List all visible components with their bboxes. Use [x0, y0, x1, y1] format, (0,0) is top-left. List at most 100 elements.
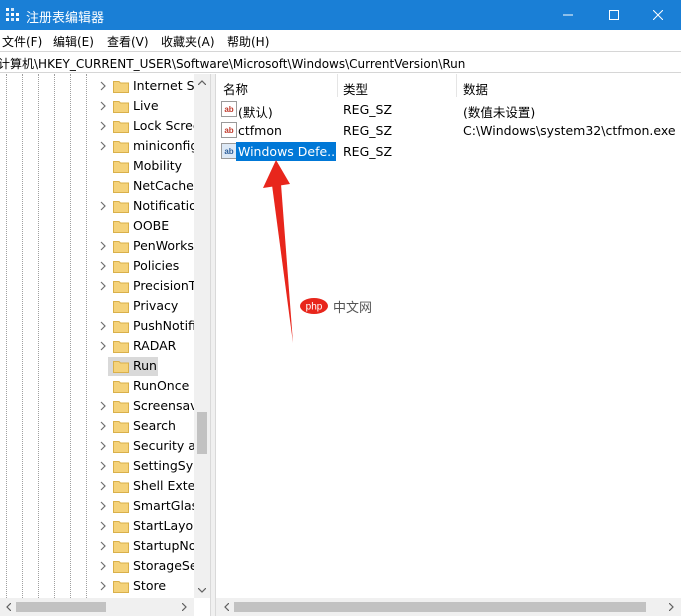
chevron-right-icon[interactable] [99, 321, 107, 331]
column-divider[interactable] [456, 74, 457, 97]
menu-help[interactable]: 帮助(H) [227, 33, 269, 50]
tree-item[interactable]: Store [0, 576, 194, 596]
folder-icon [113, 121, 129, 133]
tree-item[interactable]: RunOnce [0, 376, 194, 396]
chevron-right-icon[interactable] [99, 561, 107, 571]
chevron-right-icon[interactable] [99, 461, 107, 471]
tree-item[interactable]: Run [0, 356, 194, 376]
tree-item[interactable]: Live [0, 96, 194, 116]
tree-vertical-scrollbar[interactable] [194, 74, 210, 598]
watermark-text: 中文网 [333, 301, 373, 316]
tree-item-label: StartLayou [133, 518, 195, 533]
watermark: php 中文网 [299, 296, 372, 316]
chevron-right-icon[interactable] [99, 281, 107, 291]
tree-item[interactable]: Policies [0, 256, 194, 276]
value-type: REG_SZ [343, 123, 393, 138]
scrollbar-thumb[interactable] [234, 602, 646, 612]
tree-item[interactable]: Shell Exter [0, 476, 195, 496]
chevron-right-icon[interactable] [99, 121, 107, 131]
tree-item[interactable]: Lock Scree [0, 116, 195, 136]
folder-icon [113, 341, 129, 353]
value-name[interactable]: ctfmon [238, 123, 282, 138]
chevron-right-icon[interactable] [99, 401, 107, 411]
tree-item-label: miniconfig [133, 138, 195, 153]
tree-item[interactable]: Notificatio [0, 196, 195, 216]
folder-icon [113, 301, 129, 313]
tree-item[interactable]: SettingSyn [0, 456, 195, 476]
chevron-right-icon[interactable] [99, 241, 107, 251]
tree-item[interactable]: StorageSe [0, 556, 195, 576]
svg-text:ab: ab [224, 126, 233, 135]
chevron-right-icon[interactable] [99, 81, 107, 91]
maximize-button[interactable] [591, 0, 637, 30]
value-name[interactable]: (默认) [238, 102, 273, 121]
tree-horizontal-scrollbar[interactable] [0, 598, 194, 616]
chevron-right-icon[interactable] [99, 141, 107, 151]
tree-item[interactable]: miniconfig [0, 136, 195, 156]
value-name[interactable]: Windows Defe... [236, 142, 336, 161]
column-header-data[interactable]: 数据 [463, 79, 488, 98]
tree-item[interactable]: OOBE [0, 216, 194, 236]
tree-item[interactable]: SmartGlas [0, 496, 195, 516]
tree-item[interactable]: StartLayou [0, 516, 195, 536]
minimize-button[interactable] [545, 0, 591, 30]
tree-item[interactable]: PrecisionT [0, 276, 195, 296]
tree-item[interactable]: Mobility [0, 156, 194, 176]
scroll-left-button[interactable] [0, 599, 16, 615]
chevron-right-icon[interactable] [99, 581, 107, 591]
column-header-name[interactable]: 名称 [223, 79, 248, 98]
folder-icon [113, 141, 129, 153]
tree-item[interactable]: Security ar [0, 436, 195, 456]
menu-file[interactable]: 文件(F) [2, 33, 42, 50]
menu-edit[interactable]: 编辑(E) [53, 33, 94, 50]
key-tree: Internet Se Live Lock Scree miniconfig Mobil… [0, 74, 210, 598]
chevron-right-icon[interactable] [99, 261, 107, 271]
chevron-right-icon[interactable] [99, 421, 107, 431]
string-value-icon: ab [221, 101, 237, 117]
list-horizontal-scrollbar[interactable] [216, 598, 681, 616]
tree-item[interactable]: RADAR [0, 336, 194, 356]
value-row[interactable]: ab (默认) REG_SZ (数值未设置) [216, 99, 681, 120]
folder-icon [113, 581, 129, 593]
tree-item[interactable]: StartupNo [0, 536, 195, 556]
address-path[interactable]: 计算机\HKEY_CURRENT_USER\Software\Microsoft… [0, 55, 465, 72]
tree-item[interactable]: Internet Se [0, 76, 195, 96]
chevron-right-icon[interactable] [99, 201, 107, 211]
chevron-right-icon[interactable] [99, 521, 107, 531]
address-bar[interactable]: 计算机\HKEY_CURRENT_USER\Software\Microsoft… [0, 51, 681, 73]
scrollbar-thumb[interactable] [197, 412, 207, 454]
chevron-right-icon [181, 603, 187, 611]
tree-item[interactable]: PenWorks [0, 236, 194, 256]
scroll-up-button[interactable] [194, 74, 210, 90]
scroll-down-button[interactable] [194, 582, 210, 598]
chevron-right-icon[interactable] [99, 441, 107, 451]
value-data: C:\Windows\system32\ctfmon.exe [463, 123, 676, 138]
chevron-right-icon[interactable] [99, 501, 107, 511]
scroll-left-button[interactable] [218, 599, 234, 615]
chevron-right-icon[interactable] [99, 341, 107, 351]
value-row[interactable]: ab Windows Defe... REG_SZ [216, 141, 681, 162]
scroll-right-button[interactable] [663, 599, 679, 615]
tree-item[interactable]: Privacy [0, 296, 194, 316]
menu-view[interactable]: 查看(V) [107, 33, 149, 50]
value-type: REG_SZ [343, 144, 393, 159]
chevron-right-icon[interactable] [99, 481, 107, 491]
chevron-right-icon [668, 603, 674, 611]
tree-item-label: Store [133, 578, 167, 593]
chevron-right-icon[interactable] [99, 101, 107, 111]
close-button[interactable] [635, 0, 681, 30]
chevron-down-icon [198, 587, 206, 593]
chevron-left-icon [5, 603, 11, 611]
folder-icon [113, 101, 129, 113]
column-divider[interactable] [337, 74, 338, 97]
value-row[interactable]: ab ctfmon REG_SZ C:\Windows\system32\ctfmon… [216, 120, 681, 141]
chevron-right-icon[interactable] [99, 541, 107, 551]
tree-item[interactable]: Screensave [0, 396, 195, 416]
tree-item[interactable]: Search [0, 416, 194, 436]
column-header-type[interactable]: 类型 [343, 79, 368, 98]
tree-item[interactable]: NetCache [0, 176, 194, 196]
scroll-right-button[interactable] [176, 599, 192, 615]
menu-favorites[interactable]: 收藏夹(A) [161, 33, 215, 50]
scrollbar-thumb[interactable] [16, 602, 106, 612]
tree-item[interactable]: PushNotifi [0, 316, 195, 336]
